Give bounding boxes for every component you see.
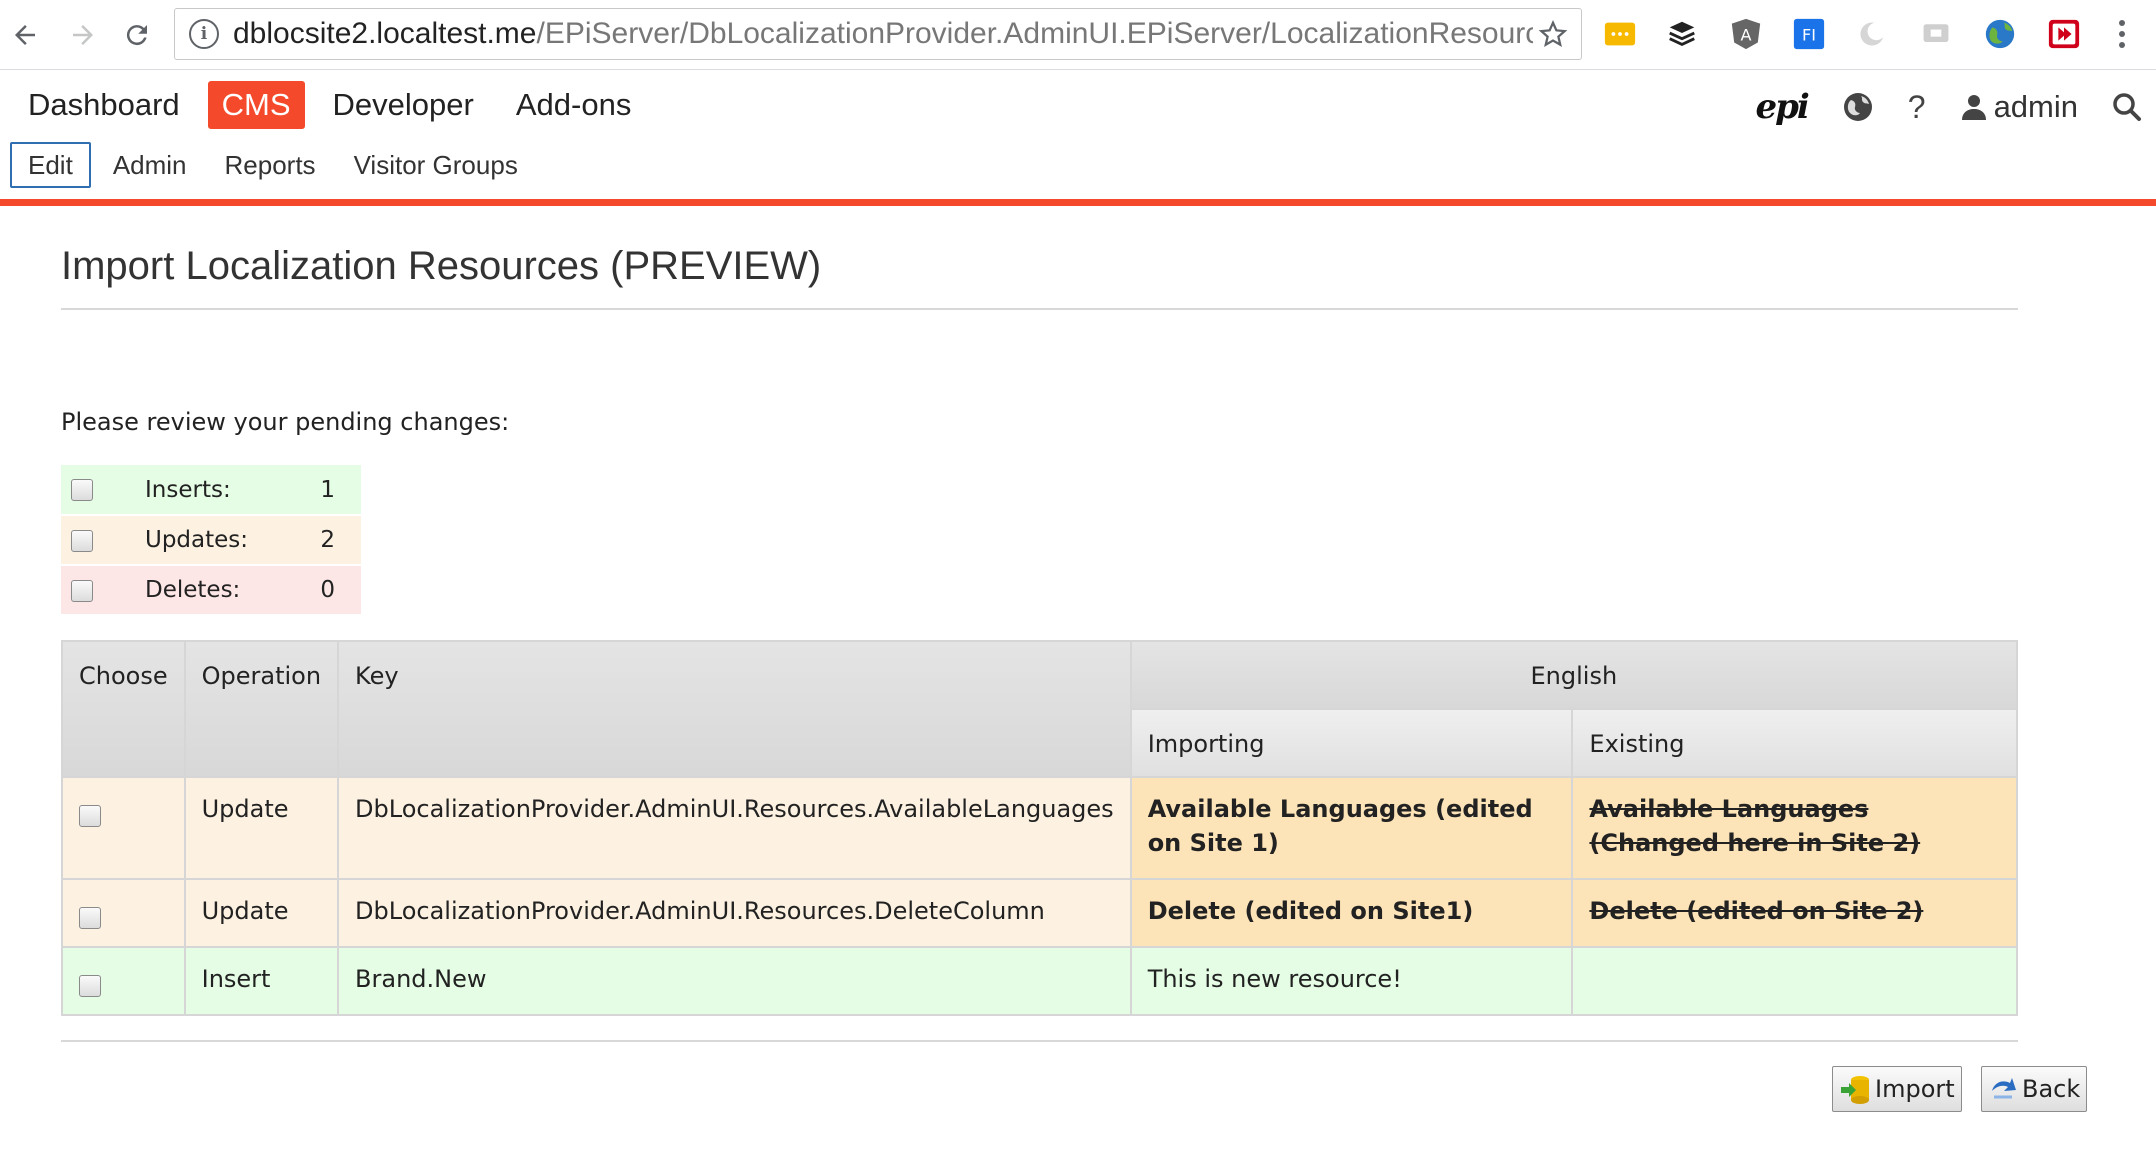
row-key: DbLocalizationProvider.AdminUI.Resources… bbox=[337, 776, 1132, 880]
row-operation: Update bbox=[183, 878, 340, 948]
header-language: English bbox=[1129, 640, 2019, 710]
help-button[interactable]: ? bbox=[1908, 89, 1926, 126]
info-icon[interactable]: i bbox=[189, 19, 219, 49]
actions-divider bbox=[61, 1040, 2018, 1042]
subnav-reports[interactable]: Reports bbox=[209, 142, 332, 188]
row-existing-value: Available Languages (Changed here in Sit… bbox=[1571, 776, 2018, 880]
search-icon[interactable] bbox=[2112, 92, 2142, 122]
address-bar[interactable]: i dblocsite2.localtest.me/EPiServer/DbLo… bbox=[174, 8, 1582, 60]
main-menu: Dashboard CMS Developer Add-ons bbox=[14, 81, 659, 129]
summary-count: 0 bbox=[271, 565, 361, 616]
nav-cms[interactable]: CMS bbox=[207, 81, 305, 129]
summary-count: 2 bbox=[271, 515, 361, 566]
summary-deletes: Deletes: 0 bbox=[61, 565, 361, 616]
summary-inserts: Inserts: 1 bbox=[61, 465, 361, 516]
pending-changes-intro: Please review your pending changes: bbox=[61, 408, 510, 436]
row-checkbox[interactable] bbox=[79, 907, 101, 929]
sub-menu: Edit Admin Reports Visitor Groups bbox=[10, 142, 540, 188]
row-operation: Update bbox=[183, 776, 340, 880]
table-row: Update DbLocalizationProvider.AdminUI.Re… bbox=[61, 878, 2018, 948]
user-menu[interactable]: admin bbox=[1960, 89, 2078, 125]
row-importing-value: Available Languages (edited on Site 1) bbox=[1129, 776, 1574, 880]
row-key: DbLocalizationProvider.AdminUI.Resources… bbox=[337, 878, 1132, 948]
row-importing-value: Delete (edited on Site1) bbox=[1129, 878, 1574, 948]
summary-updates: Updates: 2 bbox=[61, 515, 361, 566]
browser-menu-icon[interactable] bbox=[2112, 14, 2132, 54]
subnav-edit[interactable]: Edit bbox=[10, 142, 91, 188]
summary-label: Updates: bbox=[121, 515, 271, 566]
change-summary: Inserts: 1 Updates: 2 Deletes: 0 bbox=[61, 465, 361, 616]
forward-arrow-icon[interactable] bbox=[60, 12, 106, 58]
header-operation: Operation bbox=[183, 640, 340, 778]
user-icon bbox=[1961, 95, 1986, 120]
table-row: Update DbLocalizationProvider.AdminUI.Re… bbox=[61, 776, 2018, 880]
svg-text:FI: FI bbox=[1802, 26, 1816, 45]
epi-logo[interactable]: epi bbox=[1755, 87, 1809, 127]
back-arrow-icon[interactable] bbox=[2, 12, 48, 58]
changes-table: Choose Operation Key English Importing E… bbox=[61, 640, 2019, 1016]
buffer-icon[interactable] bbox=[1664, 16, 1700, 52]
nav-dashboard[interactable]: Dashboard bbox=[14, 81, 194, 129]
reload-icon[interactable] bbox=[114, 12, 160, 58]
subnav-visitor-groups[interactable]: Visitor Groups bbox=[338, 142, 534, 188]
inserts-checkbox[interactable] bbox=[71, 479, 93, 501]
nav-add-ons[interactable]: Add-ons bbox=[502, 81, 645, 129]
deletes-checkbox[interactable] bbox=[71, 579, 93, 602]
ext-dots-icon[interactable] bbox=[1602, 16, 1638, 52]
row-existing-value bbox=[1571, 946, 2018, 1016]
import-icon bbox=[1841, 1076, 1869, 1104]
globe-icon[interactable] bbox=[1982, 16, 2018, 52]
url-text: dblocsite2.localtest.me/EPiServer/DbLoca… bbox=[233, 17, 1533, 50]
header-importing: Importing bbox=[1129, 708, 1574, 778]
import-label: Import bbox=[1875, 1075, 1955, 1103]
fi-icon[interactable]: FI bbox=[1791, 16, 1827, 52]
browser-toolbar: i dblocsite2.localtest.me/EPiServer/DbLo… bbox=[0, 0, 2156, 70]
header-choose: Choose bbox=[61, 640, 186, 778]
global-tools: epi ? admin bbox=[1721, 87, 2142, 127]
video-icon[interactable] bbox=[2046, 16, 2082, 52]
svg-text:A: A bbox=[1741, 26, 1752, 45]
header-existing: Existing bbox=[1571, 708, 2018, 778]
back-label: Back bbox=[2022, 1075, 2081, 1103]
back-icon bbox=[1992, 1078, 2016, 1099]
header-accent-rule bbox=[0, 199, 2156, 206]
row-existing-value: Delete (edited on Site 2) bbox=[1571, 878, 2018, 948]
updates-checkbox[interactable] bbox=[71, 529, 93, 552]
cast-icon[interactable] bbox=[1918, 16, 1954, 52]
row-operation: Insert bbox=[183, 946, 340, 1016]
nav-developer[interactable]: Developer bbox=[319, 81, 488, 129]
language-globe-icon[interactable] bbox=[1842, 91, 1874, 123]
global-navigation: Dashboard CMS Developer Add-ons Edit Adm… bbox=[0, 71, 2156, 205]
bookmark-star-icon[interactable] bbox=[1533, 14, 1573, 54]
table-row: Insert Brand.New This is new resource! bbox=[61, 946, 2018, 1016]
subnav-admin[interactable]: Admin bbox=[97, 142, 203, 188]
summary-label: Inserts: bbox=[121, 465, 271, 516]
import-button[interactable]: Import bbox=[1832, 1066, 1962, 1112]
summary-count: 1 bbox=[271, 465, 361, 516]
page-title: Import Localization Resources (PREVIEW) bbox=[61, 244, 822, 288]
moon-icon[interactable] bbox=[1854, 16, 1890, 52]
row-checkbox[interactable] bbox=[79, 975, 101, 997]
row-key: Brand.New bbox=[337, 946, 1132, 1016]
header-key: Key bbox=[337, 640, 1132, 778]
angular-icon[interactable]: A bbox=[1728, 16, 1764, 52]
back-button[interactable]: Back bbox=[1981, 1066, 2088, 1112]
row-checkbox[interactable] bbox=[79, 805, 101, 827]
summary-label: Deletes: bbox=[121, 565, 271, 616]
row-importing-value: This is new resource! bbox=[1129, 946, 1574, 1016]
user-name: admin bbox=[1993, 89, 2078, 124]
title-divider bbox=[61, 308, 2018, 310]
